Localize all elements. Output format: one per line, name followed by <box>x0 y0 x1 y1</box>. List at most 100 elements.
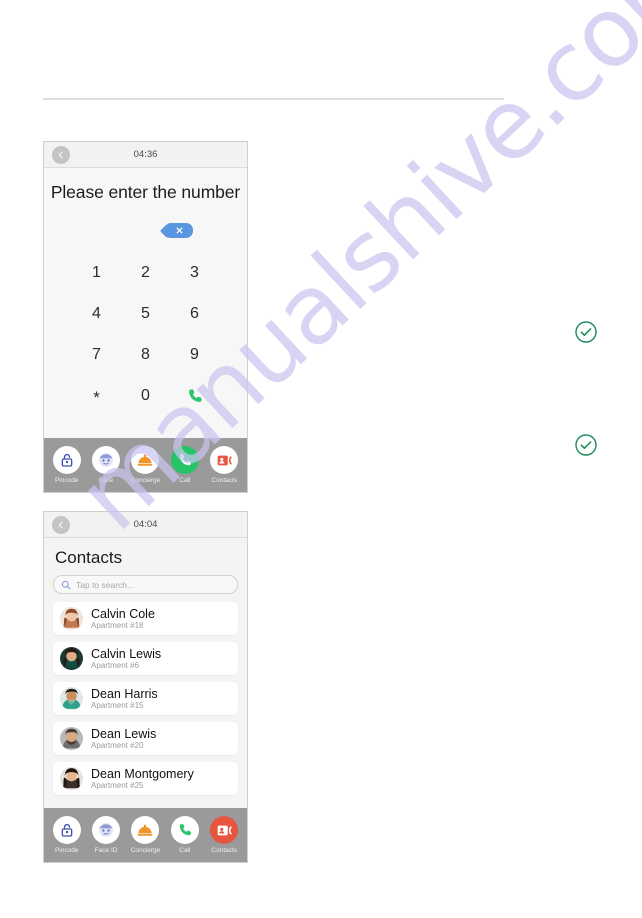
contacts-body: Contacts Tap to search... Calvin Cole Ap… <box>44 538 247 810</box>
list-item[interactable]: Dean Lewis Apartment #20 <box>53 722 238 755</box>
padlock-icon <box>61 453 73 467</box>
back-arrow-icon <box>58 521 63 529</box>
list-item[interactable]: Dean Harris Apartment #15 <box>53 682 238 715</box>
checkmark-2 <box>574 433 598 457</box>
keypad-key-2[interactable]: 2 <box>121 252 170 293</box>
nav-item-call[interactable]: Call <box>166 816 204 854</box>
dialer-body: Please enter the number 1 2 3 4 5 6 7 8 … <box>44 168 247 440</box>
nav-label-pincode: Pincode <box>54 477 79 484</box>
nav-circle-pincode <box>52 446 81 474</box>
avatar-photo-icon <box>60 687 83 710</box>
contact-name: Calvin Lewis <box>91 646 162 661</box>
contact-list: Calvin Cole Apartment #18 Calvin Lewis A… <box>53 602 238 795</box>
nav-label-call: Call <box>179 477 191 484</box>
nav-circle-contacts <box>210 816 239 844</box>
nav-label-contacts: Contacts <box>211 477 238 484</box>
dialer-prompt-title: Please enter the number <box>50 182 241 202</box>
keypad-call-button[interactable] <box>170 375 219 416</box>
contact-info: Dean Lewis Apartment #20 <box>91 727 156 751</box>
back-arrow-icon <box>58 151 63 159</box>
backspace-x-icon <box>176 227 183 234</box>
backspace-row <box>44 223 247 238</box>
contact-name: Dean Lewis <box>91 726 157 741</box>
bell-dome-icon <box>138 824 153 836</box>
nav-item-concierge[interactable]: Concierge <box>126 446 164 484</box>
dialer-keypad: 1 2 3 4 5 6 7 8 9 * 0 <box>44 252 247 416</box>
nav-label-contacts: Contacts <box>211 847 238 854</box>
avatar-photo-icon <box>60 767 83 790</box>
avatar-photo-icon <box>60 647 83 670</box>
dialer-statusbar: 04:36 <box>44 142 247 168</box>
search-placeholder: Tap to search... <box>76 579 135 590</box>
back-button[interactable] <box>52 146 70 164</box>
search-icon <box>61 580 71 589</box>
keypad-key-6[interactable]: 6 <box>170 293 219 334</box>
contact-info: Calvin Lewis Apartment #6 <box>91 647 161 671</box>
nav-item-concierge[interactable]: Concierge <box>126 816 164 854</box>
search-input[interactable]: Tap to search... <box>53 575 238 594</box>
contact-info: Dean Harris Apartment #15 <box>91 687 158 711</box>
contact-info: Calvin Cole Apartment #18 <box>91 607 155 631</box>
avatar <box>60 687 83 710</box>
contacts-bottom-nav: Pincode Face ID Concierge Call Contacts <box>44 808 247 862</box>
nav-item-face-id[interactable]: Face ID <box>87 816 125 854</box>
back-button[interactable] <box>52 516 70 534</box>
contact-card-icon <box>217 455 232 465</box>
phone-icon <box>179 824 191 836</box>
phone-screenshot-dialer: 04:36 Please enter the number 1 2 3 4 5 … <box>43 141 248 493</box>
nav-item-call[interactable]: Call <box>166 446 204 484</box>
nav-label-face-id: Face ID <box>94 847 118 854</box>
face-icon <box>99 453 113 467</box>
nav-circle-contacts <box>210 446 239 474</box>
nav-item-contacts[interactable]: Contacts <box>205 446 243 484</box>
contact-name: Dean Harris <box>91 686 158 701</box>
nav-circle-face-id <box>92 816 121 844</box>
contact-apartment: Apartment #25 <box>91 780 144 790</box>
contact-card-icon <box>217 825 232 835</box>
page-title: Contacts <box>55 548 123 567</box>
contact-apartment: Apartment #15 <box>91 700 144 710</box>
face-icon <box>99 823 113 837</box>
keypad-key-0[interactable]: 0 <box>121 375 170 416</box>
nav-item-contacts[interactable]: Contacts <box>205 816 243 854</box>
keypad-key-3[interactable]: 3 <box>170 252 219 293</box>
keypad-key-9[interactable]: 9 <box>170 334 219 375</box>
page-divider-rule <box>43 98 504 100</box>
phone-icon <box>179 454 191 466</box>
contact-apartment: Apartment #18 <box>91 620 144 630</box>
keypad-key-8[interactable]: 8 <box>121 334 170 375</box>
list-item[interactable]: Calvin Cole Apartment #18 <box>53 602 238 635</box>
check-circle-icon <box>575 321 597 343</box>
backspace-button[interactable] <box>166 223 193 238</box>
phone-icon <box>188 388 202 402</box>
nav-circle-concierge <box>131 816 160 844</box>
list-item[interactable]: Calvin Lewis Apartment #6 <box>53 642 238 675</box>
nav-label-pincode: Pincode <box>54 847 79 854</box>
nav-circle-pincode <box>52 816 81 844</box>
avatar <box>60 767 83 790</box>
nav-item-pincode[interactable]: Pincode <box>48 816 86 854</box>
phone-screenshot-contacts: 04:04 Contacts Tap to search... Calvin C… <box>43 511 248 863</box>
nav-circle-concierge <box>131 446 160 474</box>
nav-item-pincode[interactable]: Pincode <box>48 446 86 484</box>
nav-item-face[interactable]: Face <box>87 446 125 484</box>
avatar <box>60 647 83 670</box>
nav-label-concierge: Concierge <box>130 847 161 854</box>
nav-label-call: Call <box>179 847 191 854</box>
bell-dome-icon <box>138 454 153 466</box>
keypad-key-1[interactable]: 1 <box>72 252 121 293</box>
keypad-key-7[interactable]: 7 <box>72 334 121 375</box>
check-circle-icon <box>575 434 597 456</box>
keypad-key-star[interactable]: * <box>72 375 121 416</box>
keypad-key-5[interactable]: 5 <box>121 293 170 334</box>
padlock-icon <box>61 823 73 837</box>
dialer-bottom-nav: Pincode Face Concierge Call Contacts <box>44 438 247 492</box>
keypad-key-4[interactable]: 4 <box>72 293 121 334</box>
list-item[interactable]: Dean Montgomery Apartment #25 <box>53 762 238 795</box>
avatar-photo-icon <box>60 607 83 630</box>
contacts-statusbar: 04:04 <box>44 512 247 538</box>
avatar <box>60 607 83 630</box>
checkmark-1 <box>574 320 598 344</box>
nav-circle-call <box>170 816 199 844</box>
status-time: 04:04 <box>133 519 158 530</box>
